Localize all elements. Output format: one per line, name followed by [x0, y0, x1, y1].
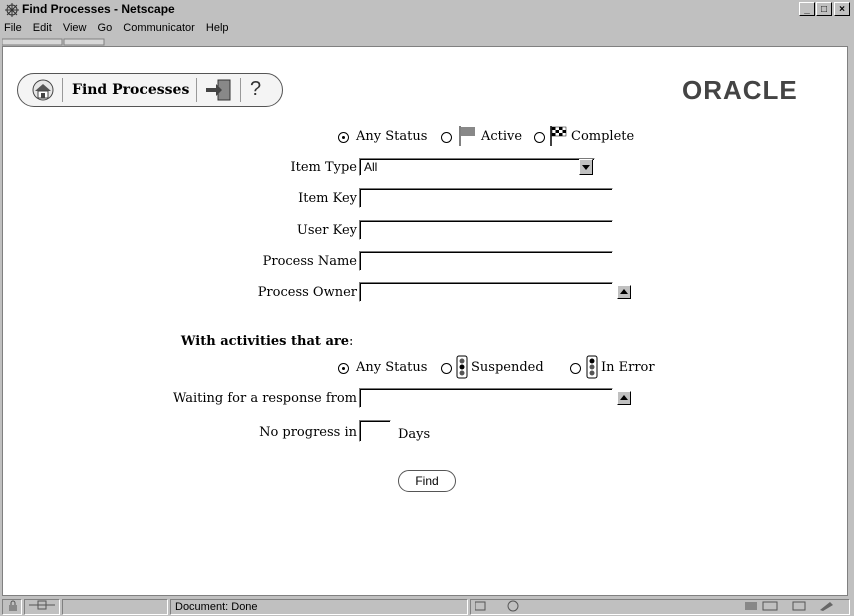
toolbar-separator — [196, 78, 197, 102]
active-flag-icon — [459, 126, 475, 146]
user-key-label: User Key — [296, 223, 357, 238]
process-owner-input[interactable] — [359, 282, 613, 302]
item-type-label: Item Type — [290, 160, 357, 175]
menu-bar: File Edit View Go Communicator Help — [0, 20, 854, 36]
activity-any-label: Any Status — [356, 360, 428, 375]
page-content: Find Processes ? ORACLE Any Status Activ… — [2, 46, 848, 596]
window-title: Find Processes - Netscape — [22, 2, 175, 16]
component-bar — [470, 599, 850, 615]
toolbar-title: Find Processes — [72, 82, 190, 98]
traffic-light-icon — [586, 355, 598, 379]
menu-view[interactable]: View — [59, 20, 91, 36]
activities-heading-colon: : — [349, 334, 354, 349]
waiting-response-input[interactable] — [359, 388, 613, 408]
toolbar-separator — [62, 78, 63, 102]
activities-heading: With activities that are — [180, 334, 349, 349]
security-lock-icon[interactable] — [2, 599, 22, 615]
status-any-radio[interactable] — [338, 132, 349, 143]
oracle-logo: ORACLE — [682, 75, 798, 105]
toolbar-separator — [240, 78, 241, 102]
lock-icon — [9, 600, 17, 611]
activity-error-radio[interactable] — [570, 363, 581, 374]
status-text: Document: Done — [170, 599, 468, 615]
component-icons[interactable] — [474, 600, 835, 612]
checkered-flag-icon — [550, 126, 567, 146]
item-type-select[interactable]: All — [359, 158, 595, 176]
activity-error-label: In Error — [601, 360, 655, 375]
connection-status-icon — [24, 599, 60, 615]
item-type-dropdown-button[interactable] — [579, 159, 593, 175]
item-key-input[interactable] — [359, 188, 613, 208]
exit-icon[interactable] — [204, 78, 234, 102]
no-progress-days-input[interactable] — [359, 420, 391, 442]
find-button[interactable]: Find — [398, 470, 456, 492]
menu-file[interactable]: File — [0, 20, 26, 36]
home-icon[interactable] — [30, 79, 56, 101]
item-key-label: Item Key — [298, 191, 357, 206]
traffic-light-icon — [456, 355, 468, 379]
status-bar: Document: Done — [0, 598, 854, 616]
user-key-input[interactable] — [359, 220, 613, 240]
waiting-response-label: Waiting for a response from — [173, 391, 357, 406]
collapsed-toolbar-tabs[interactable] — [2, 38, 112, 46]
close-button[interactable]: × — [834, 2, 850, 16]
waiting-response-lov-button[interactable] — [617, 391, 631, 405]
activity-suspended-radio[interactable] — [441, 363, 452, 374]
help-icon[interactable]: ? — [250, 78, 261, 101]
process-owner-lov-button[interactable] — [617, 285, 631, 299]
process-name-input[interactable] — [359, 251, 613, 271]
days-label: Days — [398, 427, 431, 442]
menu-go[interactable]: Go — [94, 20, 117, 36]
process-owner-label: Process Owner — [257, 285, 357, 300]
status-complete-radio[interactable] — [534, 132, 545, 143]
menu-help[interactable]: Help — [202, 20, 233, 36]
title-bar: Find Processes - Netscape _ □ × — [0, 0, 854, 20]
page-toolbar: Find Processes ? — [17, 73, 283, 107]
status-active-radio[interactable] — [441, 132, 452, 143]
browser-window: Find Processes - Netscape _ □ × File Edi… — [0, 0, 854, 616]
progress-bar — [62, 599, 168, 615]
no-progress-label: No progress in — [259, 425, 357, 440]
menu-communicator[interactable]: Communicator — [119, 20, 199, 36]
status-any-label: Any Status — [356, 129, 428, 144]
minimize-button[interactable]: _ — [799, 2, 815, 16]
status-complete-label: Complete — [571, 129, 635, 144]
activity-suspended-label: Suspended — [471, 360, 544, 375]
process-name-label: Process Name — [262, 254, 357, 269]
menu-edit[interactable]: Edit — [29, 20, 56, 36]
status-active-label: Active — [481, 129, 523, 144]
activity-any-radio[interactable] — [338, 363, 349, 374]
maximize-button[interactable]: □ — [816, 2, 832, 16]
netscape-icon — [5, 3, 19, 17]
